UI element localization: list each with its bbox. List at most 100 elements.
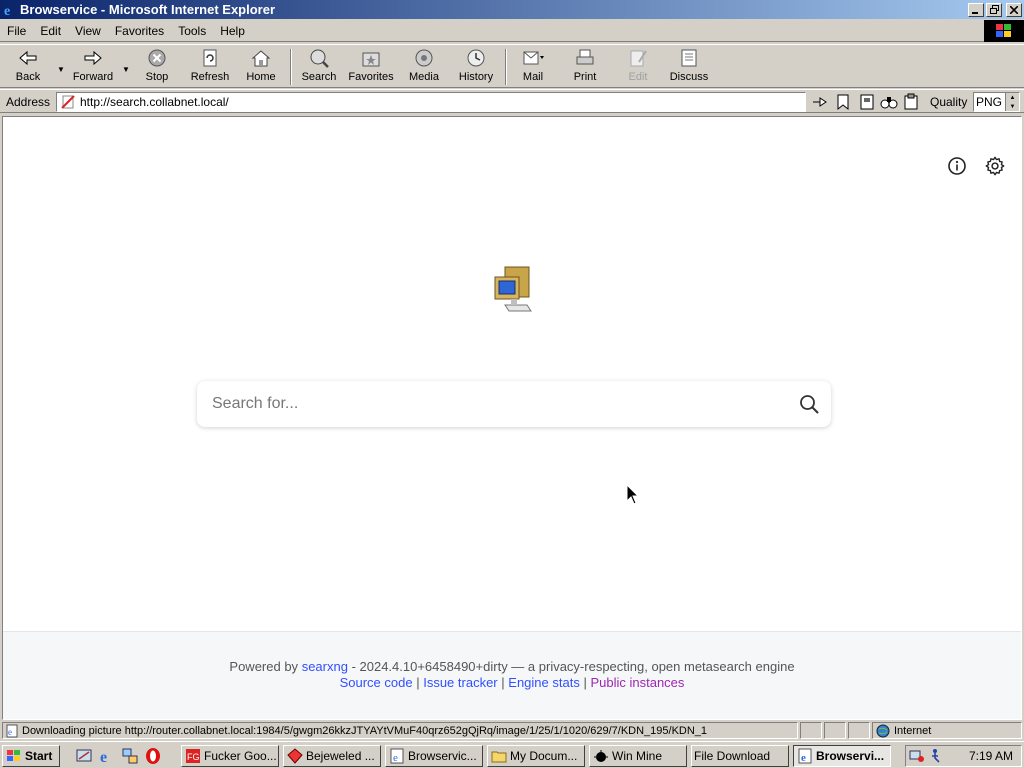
search-submit-button[interactable] [787, 382, 831, 426]
back-label: Back [15, 71, 41, 83]
refresh-label: Refresh [190, 71, 230, 83]
taskbar-button-browservice[interactable]: e Browservic... [385, 745, 483, 767]
svg-text:e: e [4, 4, 10, 18]
print-label: Print [573, 71, 597, 83]
svg-text:FG: FG [187, 752, 200, 762]
menu-file[interactable]: File [0, 24, 33, 38]
folder-icon [491, 751, 507, 763]
back-dropdown-icon[interactable]: ▼ [57, 65, 65, 74]
forward-arrow-icon [84, 50, 102, 66]
favorites-star-icon [362, 52, 380, 67]
show-desktop-icon[interactable] [75, 747, 93, 765]
menu-edit[interactable]: Edit [33, 24, 68, 38]
print-button[interactable]: Print [571, 47, 599, 87]
status-message-panel: e Downloading picture http://router.coll… [2, 722, 798, 739]
back-button[interactable]: Back [14, 47, 42, 87]
favorites-button[interactable]: Favorites [346, 47, 396, 87]
refresh-icon [203, 49, 217, 67]
taskbar-button-youtube[interactable]: FG Fucker Goo... [181, 745, 279, 767]
internet-globe-icon [876, 724, 890, 737]
find-binoculars-icon[interactable] [880, 93, 898, 111]
clipboard-icon[interactable] [902, 93, 920, 111]
refresh-button[interactable]: Refresh [188, 47, 232, 87]
searxng-computer-logo-icon [494, 266, 532, 312]
quality-select[interactable]: PNG ▲ ▼ [973, 92, 1020, 112]
page-view-icon[interactable] [858, 93, 876, 111]
taskbar-button-win-mine[interactable]: Win Mine [589, 745, 687, 767]
stop-icon [148, 49, 166, 67]
mouse-pointer-icon [626, 484, 640, 505]
menu-view[interactable]: View [68, 24, 108, 38]
favorites-label: Favorites [348, 71, 394, 83]
ie-logo-icon: e [4, 4, 10, 18]
engine-stats-link[interactable]: Engine stats [508, 675, 580, 690]
taskbar-button-file-download[interactable]: File Download [691, 745, 789, 767]
search-input[interactable] [197, 382, 787, 426]
version-text: - 2024.4.10+6458490+dirty — a privacy-re… [351, 659, 795, 674]
minimize-icon [972, 11, 978, 14]
status-bar: e Downloading picture http://router.coll… [0, 721, 1024, 740]
spin-up-icon[interactable]: ▲ [1010, 95, 1016, 101]
ie-page-icon: e [390, 748, 404, 764]
forward-label: Forward [72, 71, 114, 83]
address-input[interactable]: http://search.collabnet.local/ [56, 92, 806, 112]
footer-line-2: Source code | Issue tracker | Engine sta… [3, 675, 1021, 690]
history-button[interactable]: History [456, 47, 496, 87]
mine-icon [594, 750, 608, 762]
menu-favorites[interactable]: Favorites [108, 24, 171, 38]
searxng-link[interactable]: searxng [302, 659, 348, 674]
close-button[interactable] [1006, 2, 1022, 17]
quality-spinner[interactable]: ▲ ▼ [1005, 93, 1019, 111]
info-icon[interactable] [946, 155, 968, 177]
standard-toolbar: Back ▼ Forward ▼ Stop Refresh Home Searc… [0, 44, 1024, 88]
taskbar-button-bejeweled[interactable]: Bejeweled ... [283, 745, 381, 767]
address-bar: Address http://search.collabnet.local/ Q… [0, 89, 1024, 113]
menu-help[interactable]: Help [213, 24, 252, 38]
page-no-icon [61, 95, 75, 109]
start-button[interactable]: Start [2, 745, 60, 767]
home-label: Home [246, 71, 276, 83]
clock[interactable]: 7:19 AM [969, 749, 1013, 763]
forward-button[interactable]: Forward [70, 47, 116, 87]
home-button[interactable]: Home [244, 47, 278, 87]
printer-icon [576, 49, 594, 65]
restore-button[interactable] [986, 2, 1002, 17]
tray-accessibility-icon[interactable] [928, 748, 944, 764]
window-title: Browservice - Microsoft Internet Explore… [20, 2, 276, 17]
search-button[interactable]: Search [300, 47, 338, 87]
forward-dropdown-icon[interactable]: ▼ [122, 65, 130, 74]
title-bar[interactable]: e Browservice - Microsoft Internet Explo… [0, 0, 1024, 19]
public-instances-link[interactable]: Public instances [590, 675, 684, 690]
edit-button[interactable]: Edit [624, 47, 652, 87]
quality-value: PNG [976, 95, 1003, 109]
page-loading-icon: e [6, 724, 18, 737]
svg-text:e: e [801, 752, 806, 764]
settings-gear-icon[interactable] [984, 155, 1006, 177]
mail-button[interactable]: Mail [518, 47, 548, 87]
tray-network-icon[interactable] [909, 748, 925, 764]
stop-label: Stop [145, 71, 169, 83]
taskbar-button-browservice-active[interactable]: e Browservi... [793, 745, 891, 767]
address-label: Address [6, 95, 51, 109]
media-button[interactable]: Media [407, 47, 441, 87]
footer-line-1: Powered by searxng - 2024.4.10+6458490+d… [3, 659, 1021, 674]
network-icon[interactable] [121, 747, 139, 765]
system-tray: 7:19 AM [905, 745, 1022, 767]
issue-tracker-link[interactable]: Issue tracker [423, 675, 497, 690]
menu-tools[interactable]: Tools [171, 24, 213, 38]
discuss-button[interactable]: Discuss [669, 47, 709, 87]
stop-button[interactable]: Stop [143, 47, 171, 87]
internet-explorer-icon[interactable]: e [98, 747, 116, 765]
security-zone-panel: Internet [872, 722, 1022, 739]
history-label: History [458, 71, 494, 83]
windows-flag-icon [996, 24, 1011, 37]
minimize-button[interactable] [968, 2, 984, 17]
gem-icon [287, 748, 303, 764]
bookmark-icon[interactable] [834, 93, 852, 111]
opera-icon[interactable] [144, 747, 162, 765]
mail-icon [523, 51, 544, 65]
go-arrow-icon[interactable] [811, 93, 829, 111]
source-code-link[interactable]: Source code [340, 675, 413, 690]
spin-down-icon[interactable]: ▼ [1010, 104, 1016, 110]
taskbar-button-my-documents[interactable]: My Docum... [487, 745, 585, 767]
